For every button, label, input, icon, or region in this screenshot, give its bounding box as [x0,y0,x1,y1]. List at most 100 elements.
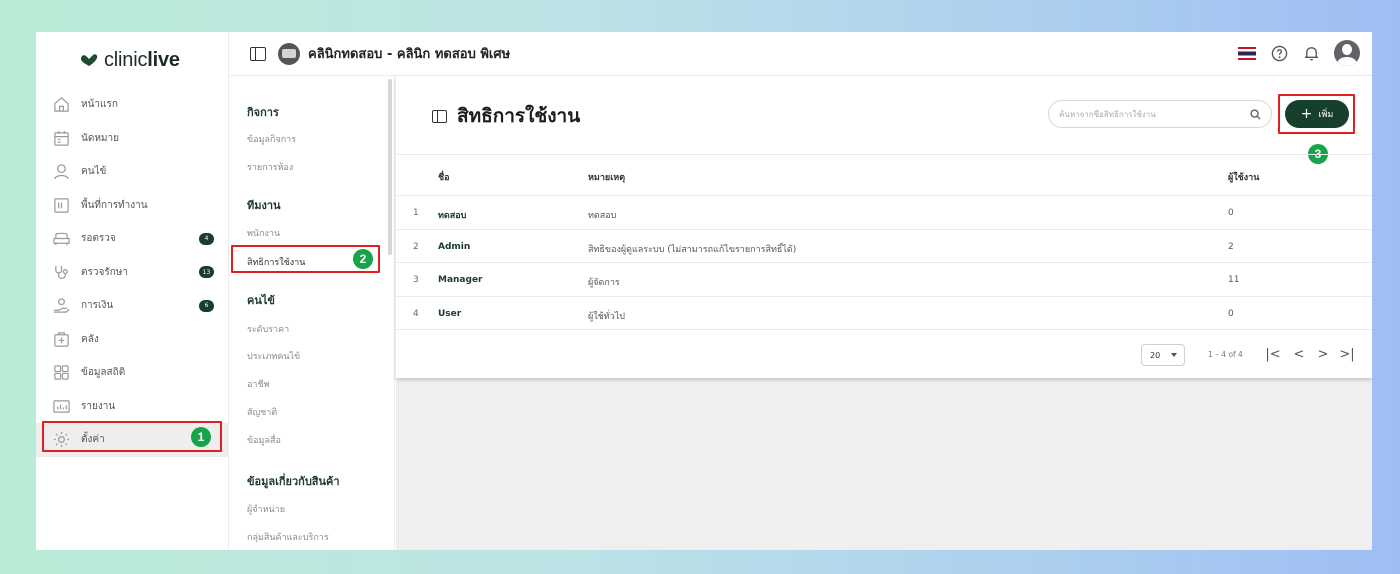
row-user-count: 0 [1228,208,1234,218]
permissions-card: สิทธิการใช้งาน + เพิ่ม 3 ชื่อ หมายเหตุ ผ… [396,76,1372,378]
previous-page-icon[interactable]: < [1290,345,1308,363]
sidebar-item-label: ตรวจรักษา [81,266,128,278]
sidebar-item-reports[interactable]: รายงาน [36,390,229,424]
table-row[interactable]: 3 Manager ผู้จัดการ 11 [396,263,1372,297]
heart-logo-icon [81,54,98,66]
table-header: ชื่อ หมายเหตุ ผู้ใช้งาน [396,154,1372,196]
row-note: ทดสอบ [588,211,617,221]
settings-submenu: กิจการ ข้อมูลกิจการ รายการห้อง ทีมงาน พน… [229,76,395,550]
row-index: 2 [413,241,419,252]
column-header-note[interactable]: หมายเหตุ [588,170,625,184]
submenu-item-occupation[interactable]: อาชีพ [247,377,270,391]
sidebar-item-workspace[interactable]: พื้นที่การทำงาน [36,189,229,223]
row-index: 1 [413,208,419,218]
workspace-icon [52,196,70,214]
sidebar-item-label: คลัง [81,333,99,345]
submenu-item-business-info[interactable]: ข้อมูลกิจการ [247,132,296,146]
logo[interactable]: cliniclive [80,48,180,72]
report-icon [52,397,70,415]
home-icon [52,96,70,114]
sidebar-item-statistics[interactable]: ข้อมูลสถิติ [36,356,229,390]
waiting-count-badge: 4 [199,232,214,245]
last-page-icon[interactable]: >| [1338,345,1356,363]
sidebar-item-label: นัดหมาย [81,132,119,144]
next-page-icon[interactable]: > [1314,345,1332,363]
search-icon[interactable] [1250,105,1261,124]
submenu-item-price-level[interactable]: ระดับราคา [247,322,289,336]
submenu-item-product-groups[interactable]: กลุ่มสินค้าและบริการ [247,530,329,544]
table-row[interactable]: 1 ทดสอบ ทดสอบ 0 [396,196,1372,230]
row-index: 3 [413,275,419,285]
sidebar-item-label: รายงาน [81,400,116,412]
table-row[interactable]: 4 User ผู้ใช้ทั่วไป 0 [396,297,1372,330]
submenu-item-suppliers[interactable]: ผู้จำหน่าย [247,502,285,516]
calendar-icon [52,129,70,147]
step-1-marker: 1 [191,427,211,447]
submenu-item-nationality[interactable]: สัญชาติ [247,405,277,419]
app-window: cliniclive หน้าแรก นัดหมาย คนไข้ พื้นที่… [36,32,1372,550]
sidebar: cliniclive หน้าแรก นัดหมาย คนไข้ พื้นที่… [36,32,229,550]
page-range-text: 1 – 4 of 4 [1208,350,1243,359]
row-user-count: 0 [1228,308,1234,319]
clinic-name[interactable]: คลินิกทดสอบ - คลินิก ทดสอบ พิเศษ [308,43,510,64]
submenu-group-patients: คนไข้ [247,294,275,307]
sidebar-toggle-icon[interactable] [250,46,266,61]
submenu-group-team: ทีมงาน [247,199,281,212]
user-avatar[interactable] [1334,40,1360,66]
inventory-icon [52,330,70,348]
sidebar-item-waiting[interactable]: รอตรวจ 4 [36,222,229,256]
clinic-avatar[interactable] [278,42,300,65]
page-size-value: 20 [1150,350,1161,360]
search-box[interactable] [1048,100,1272,128]
submenu-scrollbar[interactable] [388,79,392,255]
chevron-down-icon [1171,353,1177,357]
sidebar-item-appointments[interactable]: นัดหมาย [36,122,229,156]
column-header-users[interactable]: ผู้ใช้งาน [1228,170,1259,184]
row-user-count: 2 [1228,241,1234,252]
bell-icon[interactable] [1302,44,1320,62]
row-index: 4 [413,308,419,319]
table-row[interactable]: 2 Admin สิทธิของผู้ดูแลระบบ (ไม่สามารถแก… [396,230,1372,263]
submenu-item-media-info[interactable]: ข้อมูลสื่อ [247,433,281,447]
pagination: 20 1 – 4 of 4 |< < > >| [396,332,1372,368]
top-right-actions [1238,40,1360,66]
row-user-count: 11 [1228,275,1240,285]
sidebar-item-home[interactable]: หน้าแรก [36,88,229,122]
submenu-item-room-list[interactable]: รายการห้อง [247,160,293,174]
column-header-name[interactable]: ชื่อ [438,170,450,184]
sidebar-item-label: รอตรวจ [81,233,116,245]
first-page-icon[interactable]: |< [1264,345,1282,363]
submenu-item-patient-type[interactable]: ประเภทคนไข้ [247,349,300,363]
row-note: ผู้ใช้ทั่วไป [588,311,626,322]
panel-toggle-icon[interactable] [432,109,447,123]
row-note: ผู้จัดการ [588,278,620,288]
sidebar-item-label: ข้อมูลสถิติ [81,367,126,379]
sidebar-item-examination[interactable]: ตรวจรักษา 13 [36,256,229,290]
sofa-icon [52,230,70,248]
side-nav: หน้าแรก นัดหมาย คนไข้ พื้นที่การทำงาน รอ… [36,88,229,457]
row-name[interactable]: User [438,309,461,319]
sidebar-item-inventory[interactable]: คลัง [36,323,229,357]
sidebar-item-label: คนไข้ [81,166,107,178]
step-2-marker: 2 [353,249,373,269]
examination-count-badge: 13 [199,266,214,279]
help-icon[interactable] [1270,44,1288,62]
row-name[interactable]: Admin [438,242,470,252]
top-bar: คลินิกทดสอบ - คลินิก ทดสอบ พิเศษ [229,32,1372,76]
sidebar-item-label: การเงิน [81,300,114,312]
sidebar-item-label: หน้าแรก [81,99,118,111]
sidebar-item-patients[interactable]: คนไข้ [36,155,229,189]
thai-flag-icon[interactable] [1238,46,1256,60]
sidebar-item-finance[interactable]: การเงิน 6 [36,289,229,323]
page-size-select[interactable]: 20 [1141,344,1185,366]
submenu-item-staff[interactable]: พนักงาน [247,226,280,240]
stethoscope-icon [52,263,70,281]
page-title: สิทธิการใช้งาน [432,101,580,131]
statistics-icon [52,364,70,382]
search-input[interactable] [1059,109,1250,119]
submenu-group-products: ข้อมูลเกี่ยวกับสินค้า [247,475,340,488]
row-note: สิทธิของผู้ดูแลระบบ (ไม่สามารถแก้ไขรายกา… [588,244,797,255]
page-title-text: สิทธิการใช้งาน [457,105,581,127]
row-name[interactable]: Manager [438,275,483,285]
row-name[interactable]: ทดสอบ [438,208,466,222]
